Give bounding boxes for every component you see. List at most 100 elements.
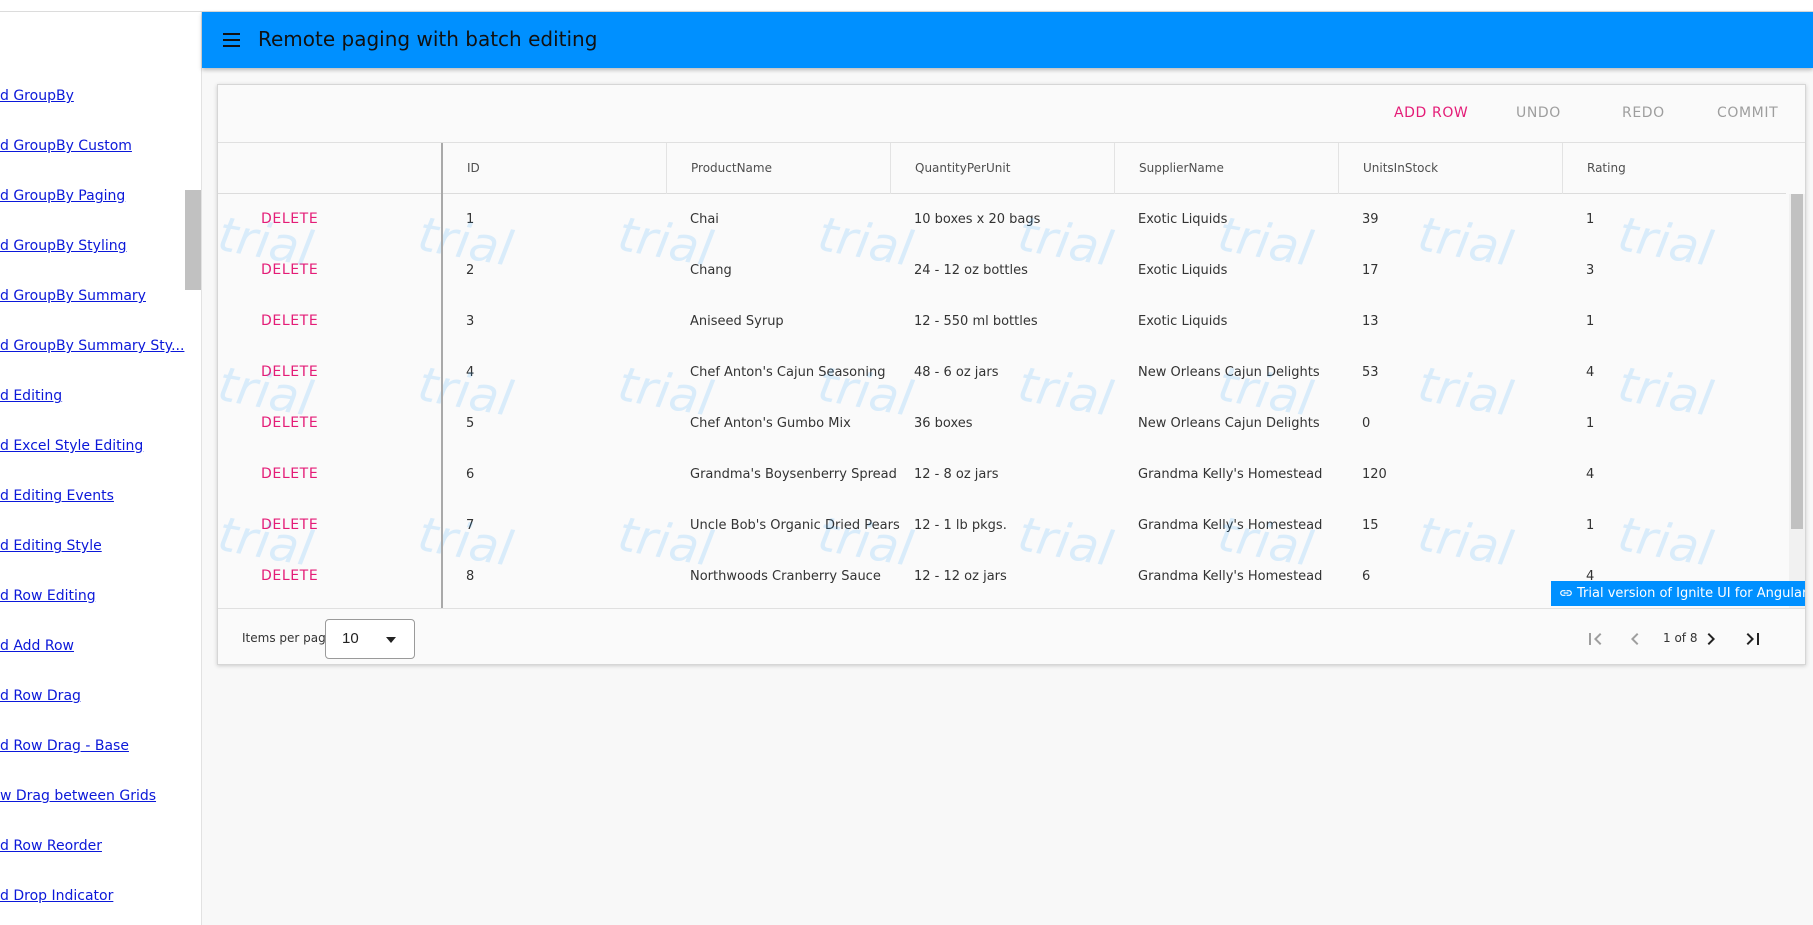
cell-productname[interactable]: Chef Anton's Cajun Seasoning xyxy=(666,347,890,398)
next-page-icon[interactable] xyxy=(1699,627,1723,651)
last-page-icon[interactable] xyxy=(1741,627,1765,651)
cell-rating[interactable]: 3 xyxy=(1562,245,1786,296)
cell-rating[interactable]: 1 xyxy=(1562,296,1786,347)
cell-rating[interactable]: 4 xyxy=(1562,449,1786,500)
cell-suppliername[interactable]: Exotic Liquids xyxy=(1114,245,1338,296)
commit-button[interactable]: COMMIT xyxy=(1717,105,1778,121)
cell-unitsinstock[interactable]: 13 xyxy=(1338,296,1562,347)
table-row[interactable]: DELETE 7 Uncle Bob's Organic Dried Pears 12… xyxy=(218,500,1786,551)
cell-id[interactable]: 7 xyxy=(442,500,666,551)
add-row-button[interactable]: ADD ROW xyxy=(1394,105,1468,121)
cell-quantityperunit[interactable]: 48 - 6 oz jars xyxy=(890,347,1114,398)
undo-button[interactable]: UNDO xyxy=(1516,105,1561,121)
delete-row-button[interactable]: DELETE xyxy=(261,449,318,500)
cell-quantityperunit[interactable]: 24 - 12 oz bottles xyxy=(890,245,1114,296)
column-header-rating[interactable]: Rating xyxy=(1562,143,1786,194)
cell-productname[interactable]: Chef Anton's Gumbo Mix xyxy=(666,398,890,449)
column-header-unitsinstock[interactable]: UnitsInStock xyxy=(1338,143,1562,194)
sidebar-link[interactable]: d Editing xyxy=(0,388,62,404)
cell-productname[interactable]: Grandma's Boysenberry Spread xyxy=(666,449,897,500)
cell-id[interactable]: 2 xyxy=(442,245,666,296)
cell-unitsinstock[interactable]: 39 xyxy=(1338,194,1562,245)
cell-rating[interactable]: 4 xyxy=(1562,347,1786,398)
sidebar-link[interactable]: d Drop Indicator xyxy=(0,888,113,904)
delete-row-button[interactable]: DELETE xyxy=(261,347,318,398)
sidebar-link[interactable]: d Row Editing xyxy=(0,588,96,604)
cell-quantityperunit[interactable]: 12 - 550 ml bottles xyxy=(890,296,1114,347)
previous-page-icon[interactable] xyxy=(1623,627,1647,651)
table-row[interactable]: DELETE 3 Aniseed Syrup 12 - 550 ml bottles E… xyxy=(218,296,1786,347)
cell-rating[interactable]: 1 xyxy=(1562,500,1786,551)
cell-quantityperunit[interactable]: 12 - 8 oz jars xyxy=(890,449,1114,500)
delete-row-button[interactable]: DELETE xyxy=(261,245,318,296)
cell-productname[interactable]: Northwoods Cranberry Sauce xyxy=(666,551,890,602)
sidebar-link[interactable]: d GroupBy Styling xyxy=(0,238,127,254)
sidebar-link[interactable]: d GroupBy Paging xyxy=(0,188,125,204)
cell-id[interactable]: 6 xyxy=(442,449,666,500)
cell-id[interactable]: 8 xyxy=(442,551,666,602)
cell-quantityperunit[interactable]: 12 - 1 lb pkgs. xyxy=(890,500,1114,551)
grid-vertical-scrollbar[interactable] xyxy=(1789,194,1805,608)
cell-productname[interactable]: Uncle Bob's Organic Dried Pears xyxy=(666,500,900,551)
grid-scroll-thumb[interactable] xyxy=(1791,194,1803,529)
cell-quantityperunit[interactable]: 12 - 12 oz jars xyxy=(890,551,1114,602)
sidebar-link[interactable]: d Row Drag xyxy=(0,688,81,704)
column-header-quantityperunit[interactable]: QuantityPerUnit xyxy=(890,143,1114,194)
first-page-icon[interactable] xyxy=(1583,627,1607,651)
cell-id[interactable]: 1 xyxy=(442,194,666,245)
sidebar-link[interactable]: d Row Drag - Base xyxy=(0,738,129,754)
sidebar-link[interactable]: d GroupBy Summary xyxy=(0,288,146,304)
table-row[interactable]: DELETE 4 Chef Anton's Cajun Seasoning 48 - … xyxy=(218,347,1786,398)
sidebar-link[interactable]: d GroupBy Custom xyxy=(0,138,132,154)
delete-row-button[interactable]: DELETE xyxy=(261,551,318,602)
sidebar-link[interactable]: d Add Row xyxy=(0,638,74,654)
trial-version-badge[interactable]: Trial version of Ignite UI for Angular xyxy=(1551,581,1805,606)
cell-suppliername[interactable]: Exotic Liquids xyxy=(1114,194,1338,245)
table-row[interactable]: DELETE 5 Chef Anton's Gumbo Mix 36 boxes New… xyxy=(218,398,1786,449)
sidebar-link[interactable]: d Excel Style Editing xyxy=(0,438,143,454)
sidebar-link[interactable]: d Editing Style xyxy=(0,538,102,554)
cell-productname[interactable]: Chang xyxy=(666,245,890,296)
cell-id[interactable]: 4 xyxy=(442,347,666,398)
cell-productname[interactable]: Aniseed Syrup xyxy=(666,296,890,347)
cell-id[interactable]: 5 xyxy=(442,398,666,449)
delete-row-button[interactable]: DELETE xyxy=(261,500,318,551)
cell-unitsinstock[interactable]: 53 xyxy=(1338,347,1562,398)
cell-unitsinstock[interactable]: 0 xyxy=(1338,398,1562,449)
cell-suppliername[interactable]: New Orleans Cajun Delights xyxy=(1114,347,1338,398)
table-row[interactable]: DELETE 6 Grandma's Boysenberry Spread 12 - … xyxy=(218,449,1786,500)
column-header-productname[interactable]: ProductName xyxy=(666,143,890,194)
cell-quantityperunit[interactable]: 36 boxes xyxy=(890,398,1114,449)
link-icon xyxy=(1560,590,1572,596)
cell-suppliername[interactable]: Grandma Kelly's Homestead xyxy=(1114,500,1338,551)
cell-unitsinstock[interactable]: 15 xyxy=(1338,500,1562,551)
table-row[interactable]: DELETE 2 Chang 24 - 12 oz bottles Exotic Liq… xyxy=(218,245,1786,296)
sidebar-link[interactable]: w Drag between Grids xyxy=(0,788,156,804)
column-header-suppliername[interactable]: SupplierName xyxy=(1114,143,1338,194)
redo-button[interactable]: REDO xyxy=(1622,105,1665,121)
cell-suppliername[interactable]: Exotic Liquids xyxy=(1114,296,1338,347)
cell-rating[interactable]: 1 xyxy=(1562,194,1786,245)
delete-row-button[interactable]: DELETE xyxy=(261,398,318,449)
sidebar-link[interactable]: d GroupBy Summary Sty... xyxy=(0,338,184,354)
table-row[interactable]: DELETE 1 Chai 10 boxes x 20 bags Exotic Liqu… xyxy=(218,194,1786,245)
cell-suppliername[interactable]: Grandma Kelly's Homestead xyxy=(1114,551,1338,602)
sidebar-scrollbar[interactable] xyxy=(185,190,201,290)
delete-row-button[interactable]: DELETE xyxy=(261,194,318,245)
sidebar-link[interactable]: d Row Reorder xyxy=(0,838,102,854)
cell-productname[interactable]: Chai xyxy=(666,194,890,245)
cell-unitsinstock[interactable]: 6 xyxy=(1338,551,1562,602)
cell-suppliername[interactable]: New Orleans Cajun Delights xyxy=(1114,398,1338,449)
sidebar-link[interactable]: d GroupBy xyxy=(0,88,74,104)
column-header-id[interactable]: ID xyxy=(442,143,666,194)
delete-row-button[interactable]: DELETE xyxy=(261,296,318,347)
cell-quantityperunit[interactable]: 10 boxes x 20 bags xyxy=(890,194,1114,245)
hamburger-menu-icon[interactable] xyxy=(220,28,244,52)
sidebar-link[interactable]: d Editing Events xyxy=(0,488,114,504)
cell-unitsinstock[interactable]: 17 xyxy=(1338,245,1562,296)
items-per-page-select[interactable]: 10 xyxy=(325,619,415,659)
cell-id[interactable]: 3 xyxy=(442,296,666,347)
cell-suppliername[interactable]: Grandma Kelly's Homestead xyxy=(1114,449,1338,500)
cell-rating[interactable]: 1 xyxy=(1562,398,1786,449)
cell-unitsinstock[interactable]: 120 xyxy=(1338,449,1562,500)
